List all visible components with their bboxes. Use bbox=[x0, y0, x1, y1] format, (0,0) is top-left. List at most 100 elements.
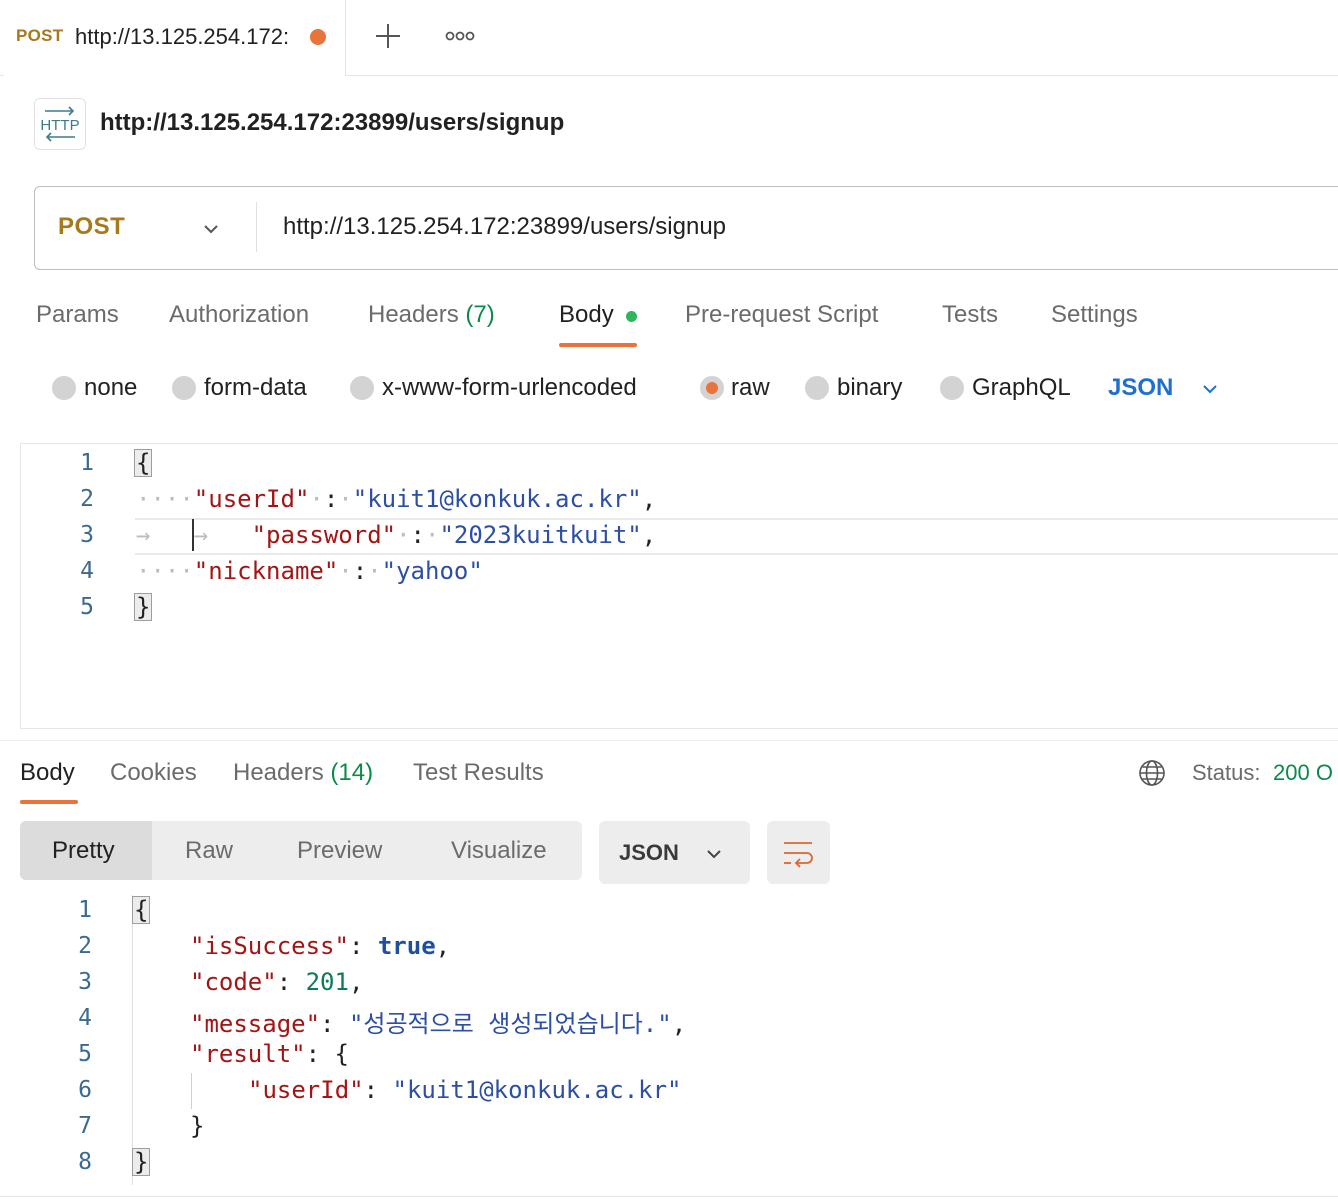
gutter-divider bbox=[132, 895, 133, 1185]
url-input[interactable]: http://13.125.254.172:23899/users/signup bbox=[283, 213, 726, 241]
wrap-lines-button[interactable] bbox=[767, 821, 830, 884]
line-number: 5 bbox=[80, 594, 94, 620]
pane-divider[interactable] bbox=[0, 740, 1338, 741]
response-headers-count: (14) bbox=[330, 759, 374, 786]
line-number: 8 bbox=[78, 1149, 92, 1175]
radio-graphql-label: GraphQL bbox=[972, 374, 1071, 401]
json-key: "message" bbox=[190, 1010, 321, 1038]
json-brace: } bbox=[190, 1112, 205, 1140]
json-string: "성공적으로 생성되었습니다." bbox=[348, 1010, 672, 1038]
status-code[interactable]: 200 O bbox=[1273, 760, 1333, 786]
bottom-divider bbox=[0, 1196, 1338, 1197]
view-visualize-button[interactable]: Visualize bbox=[451, 837, 547, 865]
code-line: "userId": "kuit1@konkuk.ac.kr" bbox=[248, 1076, 682, 1104]
line-number: 4 bbox=[80, 558, 94, 584]
json-key: "userId" bbox=[193, 485, 310, 513]
code-line: } bbox=[132, 1148, 151, 1176]
more-tabs-button[interactable] bbox=[444, 26, 476, 46]
format-label: JSON bbox=[619, 840, 679, 865]
request-title[interactable]: http://13.125.254.172:23899/users/signup bbox=[100, 109, 564, 137]
code-line: "code": 201, bbox=[190, 968, 364, 996]
radio-none[interactable] bbox=[52, 376, 76, 400]
json-string: "2023kuitkuit" bbox=[439, 521, 642, 549]
code-line: "isSuccess": true, bbox=[190, 932, 451, 960]
radio-urlencoded-label: x-www-form-urlencoded bbox=[382, 374, 637, 401]
code-line: { bbox=[132, 896, 151, 924]
line-number: 5 bbox=[78, 1041, 92, 1067]
code-line: ····"nickname"·:·"yahoo" bbox=[136, 557, 483, 585]
radio-form-data[interactable] bbox=[172, 376, 196, 400]
tab-params[interactable]: Params bbox=[36, 301, 119, 329]
chevron-down-icon[interactable] bbox=[1199, 378, 1221, 400]
line-number: 3 bbox=[80, 522, 94, 548]
plus-icon bbox=[376, 24, 400, 48]
line-number: 2 bbox=[80, 486, 94, 512]
json-key: "isSuccess" bbox=[190, 932, 349, 960]
code-line: ····"userId"·:·"kuit1@konkuk.ac.kr", bbox=[136, 485, 657, 513]
status-label: Status: bbox=[1192, 760, 1261, 785]
json-key: "userId" bbox=[248, 1076, 364, 1104]
view-pretty-button[interactable]: Pretty bbox=[52, 837, 115, 865]
json-boolean: true bbox=[377, 932, 436, 960]
brace-match: } bbox=[134, 593, 153, 621]
svg-text:HTTP: HTTP bbox=[40, 117, 79, 134]
line-number: 4 bbox=[78, 1005, 92, 1031]
radio-graphql[interactable] bbox=[940, 376, 964, 400]
new-tab-button[interactable] bbox=[372, 20, 404, 52]
response-tab-body[interactable]: Body bbox=[20, 759, 75, 787]
tab-settings[interactable]: Settings bbox=[1051, 301, 1138, 329]
line-number: 6 bbox=[78, 1077, 92, 1103]
code-line: } bbox=[134, 593, 153, 621]
indent-guide bbox=[191, 1073, 192, 1109]
json-number: 201 bbox=[305, 968, 349, 996]
active-tab-underline bbox=[559, 343, 637, 347]
language-dropdown[interactable]: JSON bbox=[1108, 374, 1173, 402]
radio-urlencoded[interactable] bbox=[350, 376, 374, 400]
tab-body[interactable]: Body bbox=[559, 301, 614, 329]
view-raw-button[interactable]: Raw bbox=[185, 837, 233, 865]
method-label: POST bbox=[58, 213, 126, 240]
code-line: { bbox=[134, 449, 153, 477]
line-number: 1 bbox=[80, 450, 94, 476]
radio-binary-label: binary bbox=[837, 374, 903, 401]
json-string: "kuit1@konkuk.ac.kr" bbox=[392, 1076, 682, 1104]
line-number: 1 bbox=[78, 897, 92, 923]
url-divider bbox=[256, 202, 257, 252]
json-brace: { bbox=[334, 1040, 349, 1068]
response-tab-headers-label: Headers bbox=[233, 759, 324, 786]
tab-headers-label: Headers bbox=[368, 301, 459, 328]
body-indicator-dot-icon bbox=[626, 311, 637, 322]
chevron-down-icon bbox=[707, 850, 721, 859]
radio-raw-label: raw bbox=[731, 374, 770, 401]
json-key: "code" bbox=[190, 968, 277, 996]
tab-title: http://13.125.254.172: bbox=[75, 24, 290, 49]
brace-match: { bbox=[134, 449, 153, 477]
view-preview-button[interactable]: Preview bbox=[297, 837, 382, 865]
text-caret bbox=[192, 519, 194, 551]
code-line: "result": { bbox=[190, 1040, 349, 1068]
tab-method-label: POST bbox=[16, 26, 64, 45]
ellipsis-icon bbox=[445, 31, 475, 41]
active-tab-underline bbox=[20, 800, 78, 804]
response-tab-test-results[interactable]: Test Results bbox=[413, 759, 544, 787]
json-string: "yahoo" bbox=[381, 557, 483, 585]
radio-raw[interactable] bbox=[700, 376, 724, 400]
tab-authorization[interactable]: Authorization bbox=[169, 301, 309, 329]
response-tab-headers[interactable]: Headers (14) bbox=[233, 759, 373, 787]
globe-icon[interactable] bbox=[1138, 759, 1166, 787]
line-number: 7 bbox=[78, 1113, 92, 1139]
brace-match: } bbox=[132, 1148, 151, 1176]
code-line: } bbox=[190, 1112, 204, 1140]
code-line: → → "password"·:·"2023kuitkuit", bbox=[136, 521, 657, 549]
unsaved-dot-icon bbox=[310, 29, 326, 45]
http-icon: HTTP bbox=[34, 98, 86, 150]
tab-pre-request-script[interactable]: Pre-request Script bbox=[685, 301, 878, 329]
radio-binary[interactable] bbox=[805, 376, 829, 400]
radio-none-label: none bbox=[84, 374, 138, 401]
tab-headers[interactable]: Headers (7) bbox=[368, 301, 495, 329]
json-key: "nickname" bbox=[193, 557, 339, 585]
response-tab-cookies[interactable]: Cookies bbox=[110, 759, 197, 787]
wrap-lines-icon bbox=[784, 842, 813, 868]
line-number: 3 bbox=[78, 969, 92, 995]
tab-tests[interactable]: Tests bbox=[942, 301, 998, 329]
